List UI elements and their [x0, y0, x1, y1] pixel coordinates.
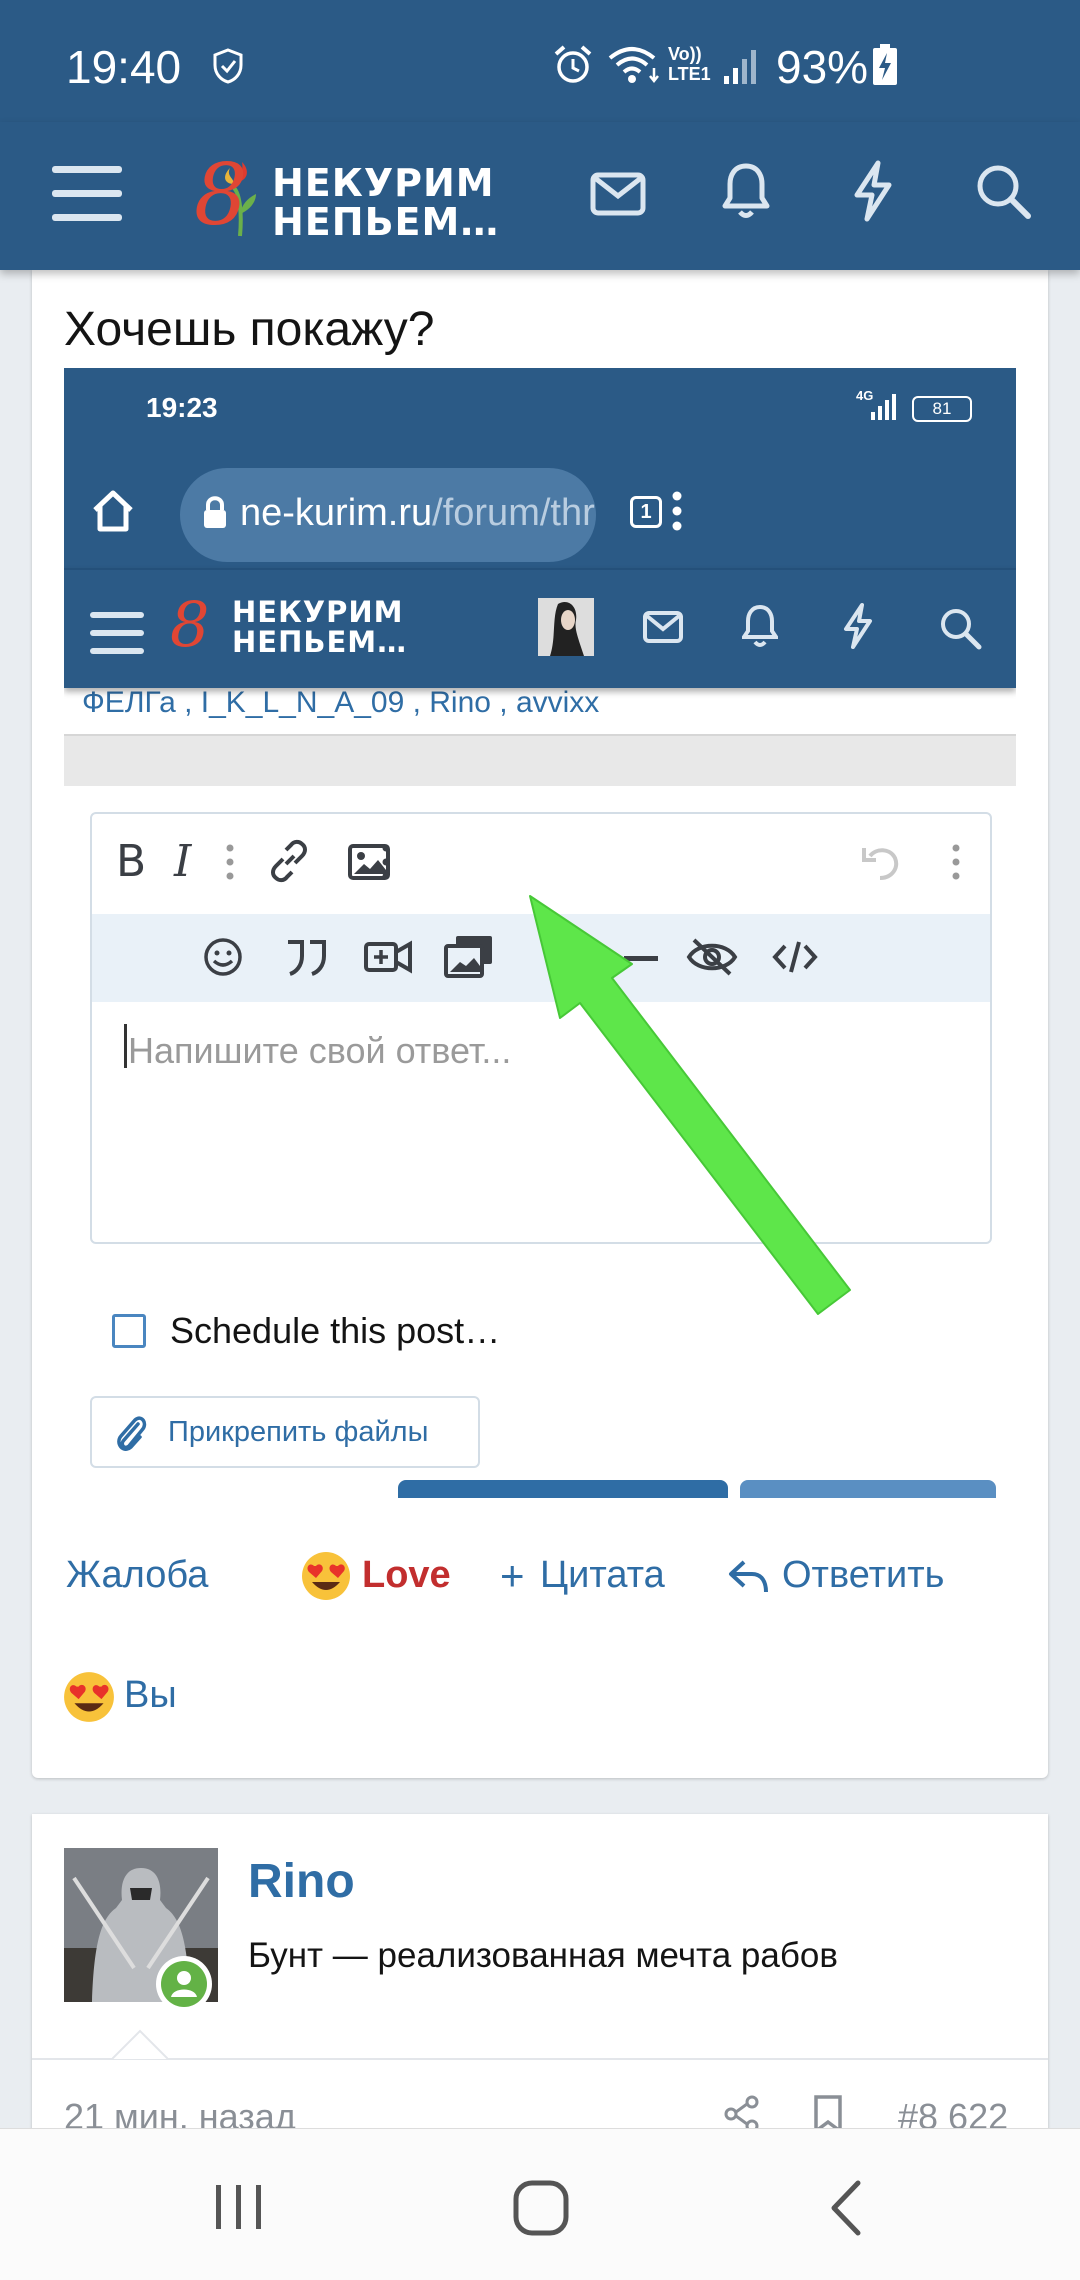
post-heading: Хочешь покажу?	[64, 303, 435, 356]
shield-icon	[213, 48, 243, 84]
reactions-you-label: Вы	[124, 1674, 177, 1716]
embedded-signal-icon	[871, 394, 896, 420]
embedded-menu-icon	[90, 612, 144, 654]
envelope-icon[interactable]	[590, 172, 646, 216]
signal-icon	[724, 50, 756, 84]
user-title: Бунт — реализованная мечта рабов	[248, 1936, 838, 1975]
menu-icon[interactable]	[52, 162, 122, 224]
arrow-annotation	[529, 895, 851, 1315]
lte-indicator: Vo)) LTE1	[668, 44, 711, 84]
volte-label: Vo))	[668, 44, 702, 64]
home-nav-icon[interactable]	[512, 2179, 570, 2237]
url-field[interactable]: ne-kurim.ru/forum/thread	[180, 468, 596, 562]
italic-icon[interactable]: I	[174, 836, 191, 887]
site-logo[interactable]: 8 НЕКУРИМ НЕПЬЕМ…	[194, 146, 504, 246]
logo-text: НЕКУРИМ НЕПЬЕМ…	[272, 164, 499, 242]
reply-arrow-icon	[729, 1560, 768, 1593]
system-nav-bar	[0, 2128, 1080, 2280]
report-link[interactable]: Жалоба	[66, 1554, 208, 1597]
embedded-envelope-icon	[643, 611, 683, 643]
bold-icon[interactable]: B	[116, 836, 146, 887]
embedded-logo-badge: 8	[170, 588, 210, 661]
lte-label: LTE1	[668, 64, 711, 84]
app-header: 8 НЕКУРИМ НЕПЬЕМ…	[0, 122, 1080, 270]
embedded-logo-line-2: НЕПЬЕМ…	[232, 624, 408, 659]
embedded-logo-line-1: НЕКУРИМ	[232, 595, 404, 629]
status-bar: 19:40 Vo)) LTE1 93%	[0, 0, 1080, 122]
embedded-logo-text: НЕКУРИМ НЕПЬЕМ…	[232, 595, 408, 659]
paperclip-icon	[117, 1416, 147, 1451]
plus-icon: +	[500, 1552, 525, 1599]
lock-icon	[204, 496, 226, 528]
video-icon[interactable]	[364, 938, 412, 976]
heart-eyes-emoji-icon	[302, 1552, 350, 1600]
embedded-time: 19:23	[146, 392, 218, 423]
heart-eyes-emoji-icon	[64, 1672, 114, 1722]
submit-button-partial[interactable]	[398, 1480, 728, 1498]
url-path: /forum/thread	[432, 492, 596, 534]
gallery-icon[interactable]	[444, 934, 494, 978]
lightning-icon[interactable]	[852, 160, 894, 222]
browser-more-icon[interactable]	[662, 486, 692, 536]
battery-percent: 93%	[776, 41, 869, 93]
embedded-battery: 81	[912, 396, 972, 422]
back-icon[interactable]	[826, 2179, 866, 2237]
embedded-app-header: 8 НЕКУРИМ НЕПЬЕМ…	[64, 568, 1016, 688]
separator-band	[64, 734, 1016, 786]
embedded-lightning-icon	[844, 603, 872, 649]
embedded-status-bar: 19:23 4G 81	[64, 368, 1016, 454]
embedded-avatar	[538, 598, 594, 656]
post-username[interactable]: Rino	[248, 1854, 355, 1909]
preview-button-partial[interactable]	[740, 1480, 996, 1498]
status-time: 19:40	[66, 41, 182, 93]
schedule-label[interactable]: Schedule this post…	[170, 1310, 500, 1352]
online-badge	[156, 1956, 212, 2012]
message-pointer	[112, 2029, 168, 2060]
tab-count[interactable]: 1	[630, 496, 662, 528]
bell-icon[interactable]	[722, 162, 770, 220]
logo-line-2: НЕПЬЕМ…	[272, 199, 500, 244]
logo-line-1: НЕКУРИМ	[272, 161, 495, 205]
quote-icon[interactable]	[284, 936, 328, 978]
url-host: ne-kurim.ru	[240, 492, 433, 534]
more-vertical-light-icon[interactable]	[220, 840, 240, 884]
search-icon[interactable]	[974, 162, 1032, 220]
editor-placeholder[interactable]: Напишите свой ответ...	[128, 1030, 511, 1072]
attach-files-button[interactable]: Прикрепить файлы	[90, 1396, 480, 1468]
online-user-icon	[161, 1961, 207, 2007]
embedded-search-icon	[941, 609, 982, 650]
editor-more-icon[interactable]	[946, 840, 966, 884]
embedded-bell-icon	[742, 604, 778, 647]
more-vertical-icon[interactable]	[376, 840, 396, 884]
embedded-browser-bar: ne-kurim.ru/forum/thread 1	[64, 454, 1016, 568]
schedule-checkbox[interactable]	[112, 1314, 146, 1348]
url-text: ne-kurim.ru/forum/thread	[240, 492, 596, 535]
emoji-icon[interactable]	[202, 936, 244, 978]
cut-off-text: ФЕЛГа , I_K_L_N_A_09 , Rino , avvixx	[82, 686, 600, 719]
recents-icon[interactable]	[212, 2181, 266, 2233]
home-icon	[93, 490, 133, 532]
wifi-icon	[608, 47, 659, 84]
battery-charging-icon	[873, 44, 897, 85]
text-cursor	[124, 1024, 127, 1068]
reply-label: Ответить	[782, 1554, 945, 1596]
quote-label: Цитата	[540, 1554, 665, 1596]
attach-files-label: Прикрепить файлы	[168, 1416, 429, 1448]
post-divider	[32, 2058, 1048, 2060]
link-icon[interactable]	[266, 838, 312, 884]
love-label: Love	[362, 1554, 451, 1596]
alarm-icon	[554, 45, 592, 83]
logo-badge: 8	[194, 146, 248, 244]
